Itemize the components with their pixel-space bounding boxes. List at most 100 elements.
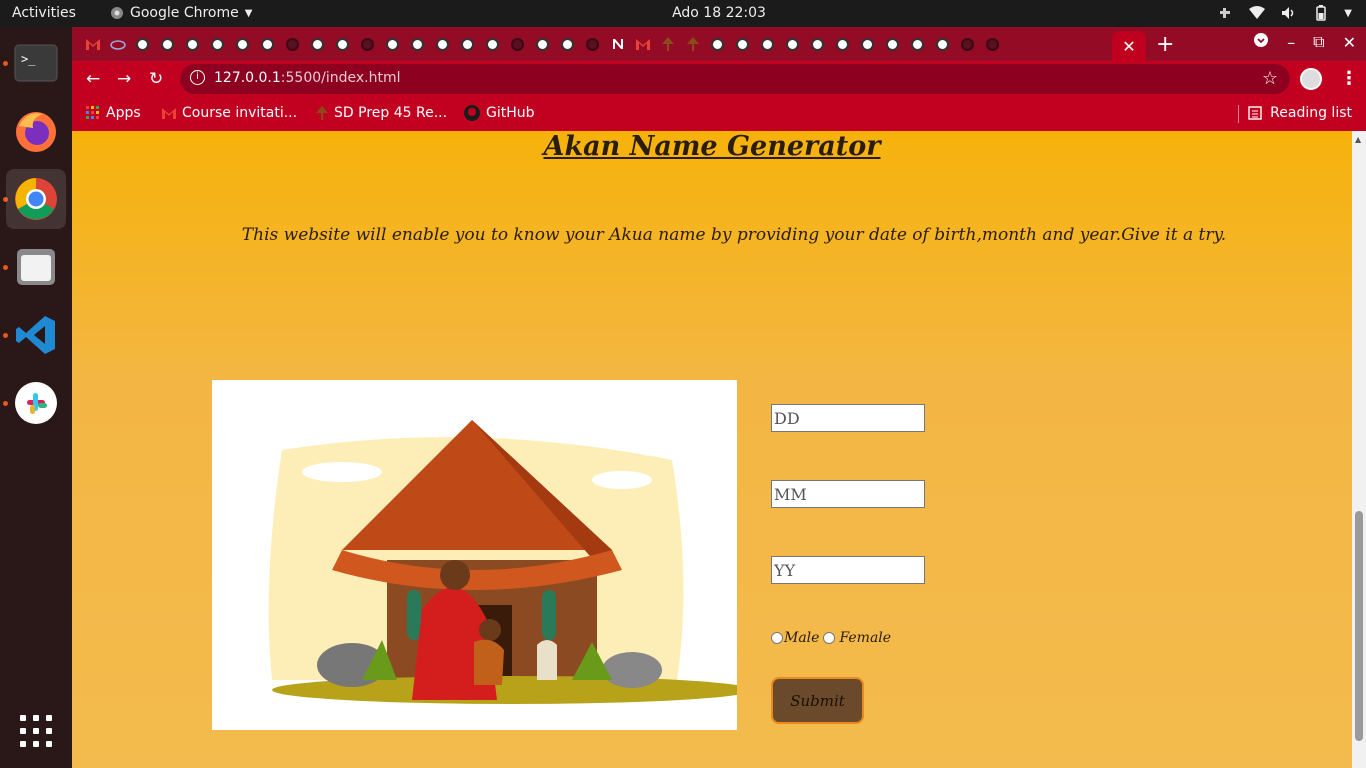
bookmark-star-icon[interactable]: ☆ bbox=[1262, 68, 1278, 89]
active-tab[interactable]: ✕ bbox=[1112, 31, 1146, 61]
notion-icon bbox=[612, 39, 623, 49]
close-window-icon[interactable]: ✕ bbox=[1343, 33, 1356, 52]
tab-page[interactable] bbox=[232, 33, 253, 55]
female-label: Female bbox=[839, 630, 892, 646]
slack-launcher[interactable] bbox=[6, 373, 66, 433]
tab-page[interactable] bbox=[257, 33, 278, 55]
tab-page[interactable] bbox=[882, 33, 903, 55]
tab-page[interactable] bbox=[407, 33, 428, 55]
page-title: Akan Name Generator bbox=[543, 131, 881, 162]
restore-icon[interactable]: ⧉ bbox=[1313, 32, 1324, 52]
more-menu-icon[interactable]: ⋮ bbox=[1340, 68, 1358, 89]
terminal-launcher[interactable]: >_ bbox=[6, 33, 66, 93]
tab-page[interactable] bbox=[932, 33, 953, 55]
tab-page[interactable] bbox=[807, 33, 828, 55]
tab-page[interactable] bbox=[157, 33, 178, 55]
page-scrollbar[interactable]: ▲ bbox=[1352, 131, 1366, 768]
power-menu-chevron-icon[interactable]: ▼ bbox=[1344, 8, 1352, 19]
tab-list bbox=[82, 33, 1003, 55]
svg-text:>_: >_ bbox=[21, 52, 36, 66]
back-icon[interactable]: ← bbox=[86, 69, 100, 89]
new-tab-button[interactable]: + bbox=[1156, 32, 1174, 57]
tab-page[interactable] bbox=[307, 33, 328, 55]
tab-page[interactable] bbox=[132, 33, 153, 55]
reading-list-button[interactable]: Reading list bbox=[1248, 105, 1352, 121]
tab-page[interactable] bbox=[757, 33, 778, 55]
submit-button[interactable]: Submit bbox=[771, 677, 864, 724]
tab-page[interactable] bbox=[207, 33, 228, 55]
tab-page[interactable] bbox=[857, 33, 878, 55]
chrome-launcher[interactable] bbox=[6, 169, 66, 229]
tab-page[interactable] bbox=[832, 33, 853, 55]
gmail-icon bbox=[162, 107, 176, 119]
battery-icon[interactable] bbox=[1312, 4, 1330, 22]
bookmark-course-invitation[interactable]: Course invitati... bbox=[162, 105, 297, 121]
tab-gmail[interactable] bbox=[632, 33, 653, 55]
tab-notion[interactable] bbox=[607, 33, 628, 55]
tree-icon bbox=[661, 37, 674, 51]
page-viewport: Akan Name Generator This website will en… bbox=[72, 131, 1352, 768]
files-launcher[interactable] bbox=[6, 237, 66, 297]
vscode-launcher[interactable] bbox=[6, 305, 66, 365]
tab-page[interactable] bbox=[782, 33, 803, 55]
tab-github[interactable] bbox=[582, 33, 603, 55]
tab-github[interactable] bbox=[282, 33, 303, 55]
tab-github[interactable] bbox=[982, 33, 1003, 55]
month-input[interactable] bbox=[771, 480, 925, 508]
slack-icon bbox=[15, 382, 57, 424]
browser-toolbar: ← → ↻ i 127.0.0.1:5500/index.html ☆ ⋮ bbox=[72, 61, 1366, 97]
firefox-icon bbox=[16, 112, 56, 152]
tab-page[interactable] bbox=[457, 33, 478, 55]
url-text[interactable]: 127.0.0.1:5500/index.html bbox=[214, 70, 401, 86]
reload-icon[interactable]: ↻ bbox=[149, 69, 163, 89]
bookmark-separator bbox=[1238, 105, 1239, 123]
tab-gmail[interactable] bbox=[82, 33, 103, 55]
slack-tray-icon[interactable] bbox=[1216, 4, 1234, 22]
reading-list-icon bbox=[1248, 106, 1262, 120]
bookmark-sd-prep[interactable]: SD Prep 45 Re... bbox=[316, 105, 447, 121]
tab-page[interactable] bbox=[432, 33, 453, 55]
apps-grid-icon bbox=[86, 106, 99, 119]
tab-search-icon[interactable] bbox=[1253, 32, 1269, 52]
firefox-launcher[interactable] bbox=[6, 101, 66, 161]
bookmark-github[interactable]: GitHub bbox=[464, 105, 535, 121]
system-tray[interactable]: ▼ bbox=[1216, 4, 1352, 22]
tab-page[interactable] bbox=[482, 33, 503, 55]
minimize-icon[interactable]: – bbox=[1287, 33, 1295, 52]
profile-avatar[interactable] bbox=[1300, 68, 1322, 90]
tab-page[interactable] bbox=[557, 33, 578, 55]
volume-icon[interactable] bbox=[1280, 4, 1298, 22]
tab-page[interactable] bbox=[532, 33, 553, 55]
bookmark-apps[interactable]: Apps bbox=[86, 105, 141, 121]
tab-cloud[interactable] bbox=[107, 33, 128, 55]
address-bar[interactable]: i 127.0.0.1:5500/index.html ☆ bbox=[180, 64, 1290, 94]
wifi-icon[interactable] bbox=[1248, 4, 1266, 22]
bookmarks-bar: Apps Course invitati... SD Prep 45 Re...… bbox=[72, 97, 1366, 131]
scrollbar-thumb[interactable] bbox=[1355, 511, 1363, 741]
system-top-bar: Activities Google Chrome ▼ Ado 18 22:03 … bbox=[0, 0, 1366, 27]
show-applications-button[interactable] bbox=[20, 715, 52, 747]
male-radio[interactable] bbox=[771, 632, 783, 644]
scroll-up-icon[interactable]: ▲ bbox=[1355, 135, 1361, 144]
tab-tree[interactable] bbox=[682, 33, 703, 55]
tab-page[interactable] bbox=[707, 33, 728, 55]
tab-page[interactable] bbox=[907, 33, 928, 55]
tab-page[interactable] bbox=[382, 33, 403, 55]
tab-page[interactable] bbox=[182, 33, 203, 55]
tab-github[interactable] bbox=[957, 33, 978, 55]
url-host: 127.0.0.1 bbox=[214, 70, 281, 86]
close-tab-icon[interactable]: ✕ bbox=[1122, 37, 1135, 56]
female-radio[interactable] bbox=[823, 632, 836, 644]
site-info-icon[interactable]: i bbox=[190, 70, 205, 85]
clock[interactable]: Ado 18 22:03 bbox=[0, 5, 1366, 21]
window-controls: – ⧉ ✕ bbox=[1253, 32, 1356, 52]
tab-strip: ✕ + – ⧉ ✕ bbox=[72, 27, 1366, 61]
year-input[interactable] bbox=[771, 556, 925, 584]
tab-github[interactable] bbox=[357, 33, 378, 55]
tab-github[interactable] bbox=[507, 33, 528, 55]
tab-page[interactable] bbox=[732, 33, 753, 55]
forward-icon[interactable]: → bbox=[117, 69, 131, 89]
day-input[interactable] bbox=[771, 404, 925, 432]
tab-tree[interactable] bbox=[657, 33, 678, 55]
tab-page[interactable] bbox=[332, 33, 353, 55]
